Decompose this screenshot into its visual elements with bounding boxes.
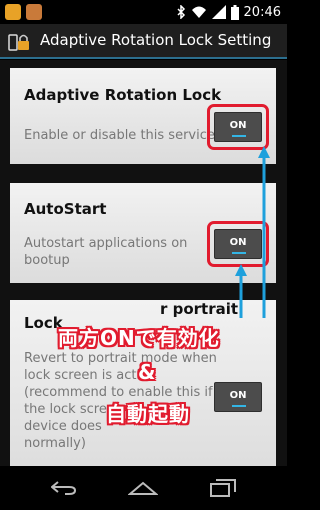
signal-icon — [211, 5, 226, 19]
battery-icon — [230, 4, 239, 20]
notification-app-icon — [26, 4, 42, 20]
bluetooth-icon — [177, 5, 185, 19]
setting-description-line: Revert to portrait mode when — [24, 351, 217, 366]
setting-title-partial: Lock — [24, 314, 63, 332]
autostart-toggle[interactable]: ON — [214, 229, 262, 259]
lock-screen-portrait-toggle[interactable]: ON — [214, 382, 262, 412]
annotation-line-1: 両方ONで有効化 — [58, 326, 220, 350]
setting-description-line: the lock scre — [24, 402, 107, 417]
toggle-indicator — [232, 252, 246, 254]
home-icon — [128, 481, 158, 495]
setting-adaptive-rotation-lock[interactable]: Adaptive Rotation Lock Enable or disable… — [10, 68, 276, 164]
annotation-line-2: & — [138, 360, 157, 384]
toggle-label: ON — [229, 237, 247, 248]
status-bar: 20:46 — [0, 0, 287, 24]
notification-app-icon — [5, 4, 21, 20]
setting-title: AutoStart — [24, 200, 107, 218]
setting-title: Adaptive Rotation Lock — [24, 86, 222, 104]
wifi-icon — [191, 6, 206, 18]
lock-rotation-app-icon — [8, 34, 29, 51]
annotation-line-3: 自動起動 — [106, 402, 190, 426]
app-title: Adaptive Rotation Lock Setting — [40, 31, 272, 49]
recent-apps-icon — [210, 479, 236, 497]
setting-description-line: normally) — [24, 436, 86, 451]
setting-description-line: Autostart applications on — [24, 236, 188, 251]
toggle-indicator — [232, 405, 246, 407]
toggle-label: ON — [229, 390, 247, 401]
adaptive-rotation-lock-toggle[interactable]: ON — [214, 112, 262, 142]
recent-apps-button[interactable] — [203, 474, 243, 502]
toggle-indicator — [232, 135, 246, 137]
toggle-label: ON — [229, 120, 247, 131]
setting-description-line: lock screen is activa — [24, 368, 156, 383]
setting-title-tail: r portrait — [160, 300, 239, 318]
back-button[interactable] — [44, 474, 84, 502]
status-time: 20:46 — [243, 4, 281, 20]
back-icon — [51, 481, 77, 495]
home-button[interactable] — [123, 474, 163, 502]
navigation-bar — [0, 466, 287, 510]
setting-description-line: bootup — [24, 253, 70, 268]
setting-description: Enable or disable this service — [24, 128, 215, 143]
action-bar: Adaptive Rotation Lock Setting — [0, 24, 287, 59]
setting-autostart[interactable]: AutoStart Autostart applications on boot… — [10, 183, 276, 283]
setting-description-line: device does — [24, 419, 102, 434]
